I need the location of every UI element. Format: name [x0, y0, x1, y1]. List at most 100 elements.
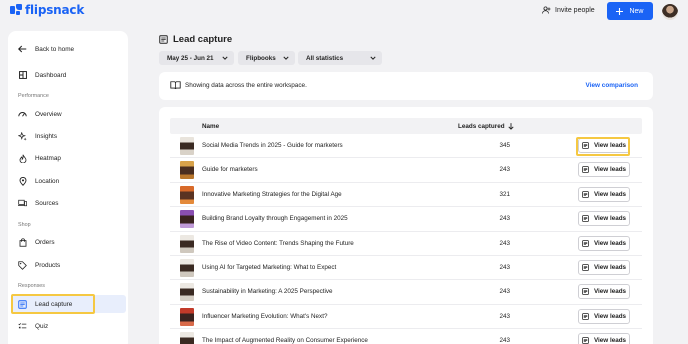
sidebar-item-insights[interactable]: Insights [18, 127, 57, 145]
back-to-home-label: Back to home [35, 45, 75, 53]
table-row[interactable]: Sustainability in Marketing: A 2025 Pers… [170, 280, 642, 305]
table-row[interactable]: Using AI for Targeted Marketing: What to… [170, 256, 642, 281]
sidebar: Back to home Dashboard Performance Overv… [8, 31, 128, 344]
leads-count: 243 [499, 239, 510, 247]
workspace-info-banner: Showing data across the entire workspace… [159, 72, 653, 100]
column-header-leads-label: Leads captured [458, 123, 505, 130]
invite-people-button[interactable]: Invite people [542, 6, 595, 14]
sidebar-item-dashboard[interactable]: Dashboard [18, 66, 66, 84]
flipbook-title[interactable]: Guide for marketers [202, 166, 258, 173]
highlight-frame-view-leads [576, 137, 630, 156]
sidebar-item-heatmap[interactable]: Heatmap [18, 149, 61, 167]
flipbook-thumbnail[interactable] [180, 283, 194, 302]
flipbook-title[interactable]: The Rise of Video Content: Trends Shapin… [202, 240, 354, 247]
sidebar-item-sources[interactable]: Sources [18, 194, 58, 212]
statistics-value: All statistics [306, 54, 344, 62]
sidebar-item-label: Insights [35, 132, 58, 140]
tag-icon [18, 260, 27, 270]
flipbook-thumbnail[interactable] [180, 210, 194, 229]
chevron-down-icon [283, 56, 289, 60]
form-icon [582, 313, 589, 320]
view-leads-label: View leads [593, 190, 627, 198]
sidebar-item-location[interactable]: Location [18, 172, 59, 190]
table-row[interactable]: Guide for marketers 243 View leads [170, 158, 642, 183]
flipbook-thumbnail[interactable] [180, 332, 194, 344]
view-leads-label: View leads [593, 312, 627, 320]
table-row[interactable]: Social Media Trends in 2025 - Guide for … [170, 134, 642, 159]
date-range-dropdown[interactable]: May 25 - Jun 21 [159, 51, 234, 65]
flipbook-thumbnail[interactable] [180, 137, 194, 155]
user-avatar[interactable] [662, 4, 678, 20]
sidebar-item-orders[interactable]: Orders [18, 233, 55, 251]
sparkle-icon [18, 131, 27, 141]
add-user-icon [542, 6, 551, 14]
logo[interactable]: flipsnack [10, 3, 84, 17]
view-leads-button[interactable]: View leads [578, 211, 630, 227]
view-leads-label: View leads [593, 288, 627, 296]
leads-count: 345 [499, 142, 510, 149]
chevron-down-icon [370, 56, 376, 60]
form-icon [582, 191, 589, 198]
view-leads-button[interactable]: View leads [578, 186, 630, 202]
table-row[interactable]: Innovative Marketing Strategies for the … [170, 183, 642, 208]
view-leads-button[interactable]: View leads [578, 308, 630, 324]
flipbook-thumbnail[interactable] [180, 161, 194, 180]
view-leads-button[interactable]: View leads [578, 162, 630, 178]
view-leads-label: View leads [593, 264, 627, 271]
view-leads-button[interactable]: View leads [578, 235, 630, 251]
flipbook-title[interactable]: Influencer Marketing Evolution: What's N… [202, 313, 327, 320]
bag-icon [18, 237, 27, 247]
sidebar-item-quiz[interactable]: Quiz [18, 317, 48, 335]
view-leads-label: View leads [593, 215, 627, 223]
table-row[interactable]: Building Brand Loyalty through Engagemen… [170, 207, 642, 232]
flipbooks-value: Flipbooks [246, 54, 276, 62]
section-performance: Performance [18, 93, 49, 99]
new-button[interactable]: New [607, 2, 653, 20]
form-icon [582, 215, 589, 222]
view-leads-button[interactable]: View leads [578, 284, 630, 300]
back-to-home-link[interactable]: Back to home [18, 40, 74, 58]
section-responses: Responses [18, 283, 45, 289]
date-range-value: May 25 - Jun 21 [167, 54, 214, 62]
sidebar-item-overview[interactable]: Overview [18, 105, 62, 123]
flipbook-title[interactable]: Building Brand Loyalty through Engagemen… [202, 215, 348, 222]
flipbook-title[interactable]: Social Media Trends in 2025 - Guide for … [202, 142, 343, 149]
flipbook-thumbnail[interactable] [180, 234, 194, 253]
leads-count: 243 [499, 166, 510, 174]
chevron-down-icon [222, 56, 228, 60]
view-leads-label: View leads [593, 337, 627, 344]
invite-people-label: Invite people [555, 6, 595, 14]
form-icon [582, 239, 589, 247]
flipbook-thumbnail[interactable] [180, 185, 194, 204]
view-leads-button[interactable]: View leads [578, 260, 630, 275]
sidebar-item-label: Heatmap [35, 154, 61, 162]
flipbook-thumbnail[interactable] [180, 259, 194, 277]
form-icon [582, 337, 589, 344]
column-header-leads[interactable]: Leads captured [458, 123, 514, 130]
table-row[interactable]: Influencer Marketing Evolution: What's N… [170, 305, 642, 330]
flipbooks-dropdown[interactable]: Flipbooks [238, 51, 295, 65]
sidebar-item-label: Orders [35, 238, 55, 246]
leads-count: 243 [499, 264, 510, 271]
table-row[interactable]: The Impact of Augmented Reality on Consu… [170, 329, 642, 344]
flipbook-title[interactable]: Sustainability in Marketing: A 2025 Pers… [202, 288, 333, 295]
table-row[interactable]: The Rise of Video Content: Trends Shapin… [170, 232, 642, 256]
flipbook-title[interactable]: Innovative Marketing Strategies for the … [202, 191, 342, 198]
view-leads-button[interactable]: View leads [578, 333, 630, 344]
sidebar-item-products[interactable]: Products [18, 256, 60, 274]
form-icon [582, 166, 589, 174]
section-shop: Shop [18, 222, 31, 228]
view-comparison-link[interactable]: View comparison [586, 82, 638, 89]
leads-count: 321 [499, 190, 510, 198]
flipbook-title[interactable]: Using AI for Targeted Marketing: What to… [202, 264, 336, 271]
flame-icon [18, 154, 27, 163]
flipbook-thumbnail[interactable] [180, 307, 194, 326]
statistics-dropdown[interactable]: All statistics [298, 51, 382, 65]
quiz-icon [18, 322, 27, 331]
form-icon [582, 288, 589, 296]
flipbook-title[interactable]: The Impact of Augmented Reality on Consu… [202, 337, 368, 344]
new-button-label: New [629, 7, 644, 15]
pin-icon [18, 176, 27, 186]
column-header-name[interactable]: Name [202, 123, 219, 130]
book-open-icon [170, 81, 181, 89]
